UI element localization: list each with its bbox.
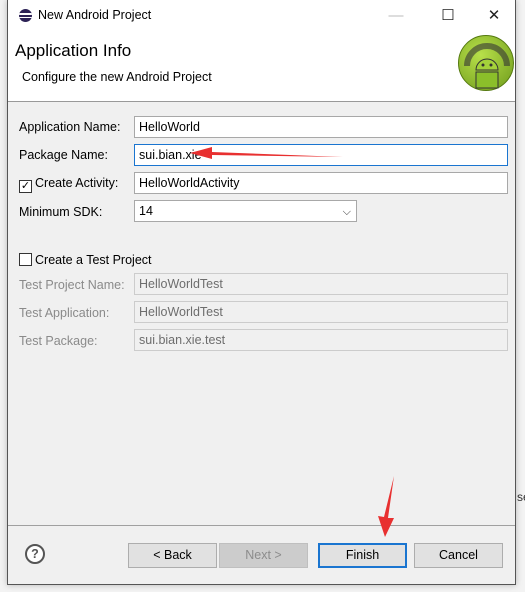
annotation-arrow-finish [378, 476, 394, 537]
annotation-arrow-package [190, 147, 343, 159]
annotation-arrows [190, 147, 394, 537]
